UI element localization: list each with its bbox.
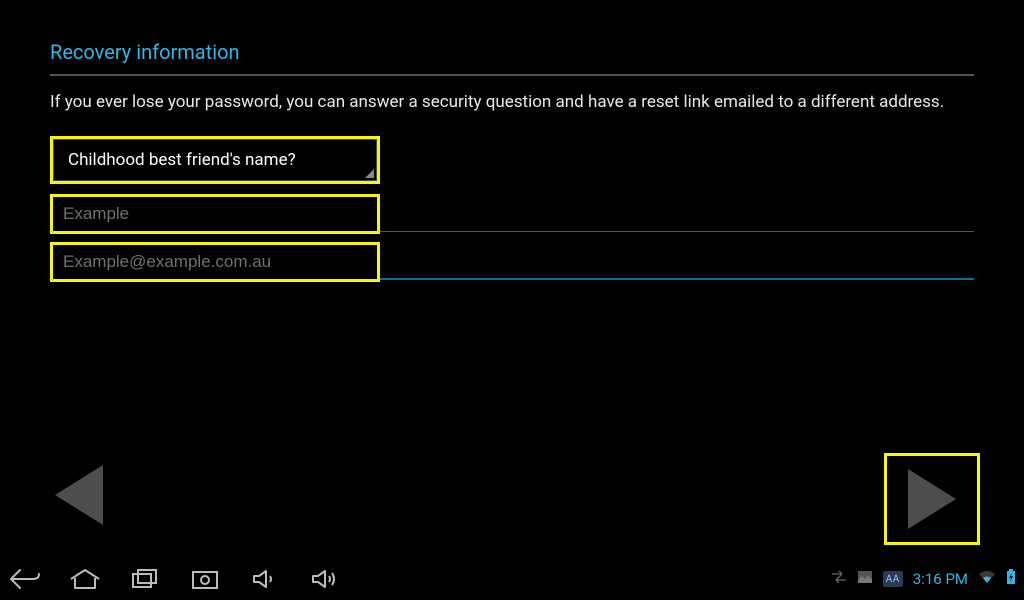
picture-icon	[857, 570, 873, 588]
security-question-dropdown[interactable]: Childhood best friend's name?	[50, 136, 380, 184]
system-recent-apps-icon[interactable]	[128, 564, 162, 594]
dropdown-indicator-icon	[365, 169, 374, 178]
title-divider	[50, 74, 974, 76]
status-clock: 3:16 PM	[913, 570, 968, 588]
page-description: If you ever lose your password, you can …	[50, 90, 974, 114]
security-question-selected: Childhood best friend's name?	[68, 150, 296, 170]
volume-down-icon[interactable]	[248, 564, 282, 594]
arrow-left-icon	[55, 465, 103, 525]
arrow-right-icon	[908, 469, 956, 529]
volume-up-icon[interactable]	[308, 564, 342, 594]
back-button[interactable]	[55, 465, 103, 525]
screenshot-icon[interactable]	[188, 564, 222, 594]
system-home-icon[interactable]	[68, 564, 102, 594]
sync-icon	[831, 570, 847, 588]
next-button[interactable]	[884, 453, 980, 545]
system-navigation-bar: AA 3:16 PM	[0, 558, 1024, 600]
wifi-icon	[978, 570, 996, 588]
security-answer-input[interactable]	[53, 197, 377, 231]
recovery-email-input[interactable]	[53, 245, 377, 279]
page-title: Recovery information	[50, 40, 974, 74]
system-back-icon[interactable]	[8, 564, 42, 594]
battery-charging-icon	[1006, 569, 1016, 589]
input-method-badge[interactable]: AA	[883, 571, 903, 587]
